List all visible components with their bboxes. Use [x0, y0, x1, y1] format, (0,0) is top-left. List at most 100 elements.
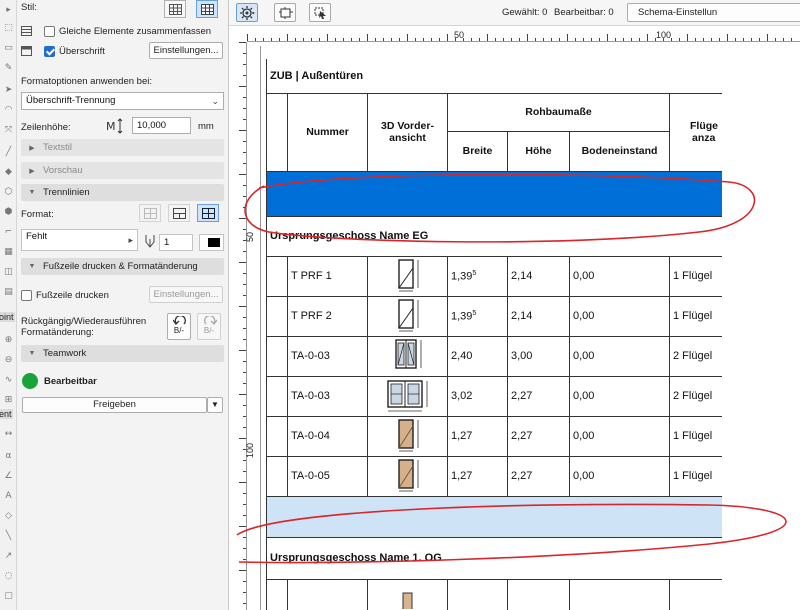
cell-3d-view[interactable] — [367, 578, 448, 610]
separator-none-button[interactable] — [139, 204, 161, 222]
footer-section[interactable]: ▼ Fußzeile drucken & Formatänderung — [21, 258, 224, 275]
footer-print-checkbox[interactable] — [21, 289, 32, 301]
fit-view-button[interactable] — [274, 3, 296, 22]
cell-width[interactable] — [447, 578, 508, 610]
spline-tool-icon[interactable]: ∿ — [2, 374, 15, 386]
cell-height[interactable]: 2,27 — [507, 455, 570, 497]
stair-tool-icon[interactable]: ⌐ — [2, 226, 15, 238]
group-heading-eg[interactable]: Ursprungsgeschoss Name EG — [266, 215, 722, 257]
cell-leaves[interactable]: 1 Flügel — [669, 415, 722, 457]
marquee-tool-icon[interactable]: ⬚ — [2, 22, 15, 34]
detail-tool-icon[interactable]: ◌ — [2, 570, 15, 582]
cell-width[interactable]: 1,27 — [447, 415, 508, 457]
separator-all-button[interactable] — [197, 204, 219, 222]
cell-3d-view[interactable] — [367, 375, 448, 417]
fill-tool-icon[interactable]: ◆ — [2, 166, 15, 178]
cell-height[interactable]: 2,27 — [507, 375, 570, 417]
header-height[interactable]: Höhe — [507, 130, 570, 172]
cell-floor-level[interactable]: 0,00 — [569, 455, 670, 497]
cell-number[interactable]: TA-0-04 — [287, 415, 368, 457]
pen-tool-icon[interactable]: ✎ — [2, 62, 15, 74]
cell-floor-level[interactable]: 0,00 — [569, 295, 670, 337]
footer-separator-cell[interactable] — [266, 495, 722, 538]
footer-settings-button[interactable]: Einstellungen... — [149, 286, 223, 303]
cell-leaves[interactable]: 2 Flügel — [669, 335, 722, 377]
header-floor-level[interactable]: Bodeneinstand — [569, 130, 670, 172]
separator-outer-button[interactable] — [168, 204, 190, 222]
style-grid-button[interactable] — [164, 0, 186, 18]
wall-tool-icon[interactable]: ▭ — [2, 42, 15, 54]
hotspot-tool-icon[interactable]: ⊕ — [2, 334, 15, 346]
cell-floor-level[interactable]: 0,00 — [569, 375, 670, 417]
slab-tool-icon[interactable]: ◫ — [2, 266, 15, 278]
cell-number[interactable]: T PRF 1 — [287, 255, 368, 297]
cell-3d-view[interactable] — [367, 295, 448, 337]
pen-color-swatch[interactable] — [199, 234, 224, 251]
text-tool-icon[interactable]: A — [2, 490, 15, 502]
cell-height[interactable]: 2,27 — [507, 415, 570, 457]
toolbox-group-label-point[interactable]: oint — [0, 312, 15, 322]
send-tool-icon[interactable]: ➤ — [2, 84, 15, 96]
schedule-title[interactable]: ZUB | Außentüren — [266, 59, 722, 94]
cell-leaves[interactable]: 1 Flügel — [669, 295, 722, 337]
cell-height[interactable]: 2,14 — [507, 255, 570, 297]
header-leaves[interactable]: Flüge anza — [669, 92, 722, 172]
section-tool-icon[interactable]: ↗ — [2, 550, 15, 562]
table-row[interactable]: TA-0-04 1,27 2,27 0,00 1 Flügel — [266, 415, 722, 457]
cell-3d-view[interactable] — [367, 455, 448, 497]
redo-format-button[interactable]: B/- — [197, 313, 221, 340]
style-full-grid-button[interactable] — [196, 0, 218, 18]
cell-number[interactable]: TA-0-03 — [287, 375, 368, 417]
level-tool-icon[interactable]: α — [2, 450, 15, 462]
table-row[interactable]: TA-0-03 3,02 2,27 0,00 2 Flügel — [266, 375, 722, 417]
worksheet-tool-icon[interactable]: ▢ — [2, 590, 15, 602]
grid-tool-icon[interactable]: ⊞ — [2, 394, 15, 406]
door-schedule-table[interactable]: ZUB | Außentüren Nummer 3D Vorder-ansich… — [266, 59, 722, 610]
toolbox-group-label-element[interactable]: ent — [0, 409, 13, 419]
cell-leaves[interactable]: 1 Flügel — [669, 255, 722, 297]
cell-floor-level[interactable]: 0,00 — [569, 415, 670, 457]
mesh-tool-icon[interactable]: ▤ — [2, 286, 15, 298]
arrow-tool-icon[interactable]: ▸ — [2, 4, 15, 16]
cell-width[interactable]: 2,40 — [447, 335, 508, 377]
cell-height[interactable] — [507, 578, 570, 610]
text-style-section[interactable]: ▶ Textstil — [21, 139, 224, 156]
table-row[interactable]: TA-0-05 1,27 2,27 0,00 1 Flügel — [266, 455, 722, 497]
cell-leaves[interactable]: 1 Flügel — [669, 455, 722, 497]
table-row[interactable]: T PRF 2 1,395 2,14 0,00 1 Flügel — [266, 295, 722, 337]
release-button[interactable]: Freigeben — [22, 397, 207, 413]
cell-floor[interactable] — [569, 578, 670, 610]
group-heading-og[interactable]: Ursprungsgeschoss Name 1. OG — [266, 536, 722, 580]
undo-format-button[interactable]: B/- — [167, 313, 191, 340]
teamwork-section[interactable]: ▼ Teamwork — [21, 345, 224, 362]
cell-3d-view[interactable] — [367, 415, 448, 457]
heading-checkbox[interactable] — [44, 45, 55, 57]
heading-settings-button[interactable]: Einstellungen... — [149, 42, 223, 59]
cell-leaves[interactable]: 2 Flügel — [669, 375, 722, 417]
cell-floor-level[interactable]: 0,00 — [569, 255, 670, 297]
arc-tool-icon[interactable]: ◠ — [2, 104, 15, 116]
drawing-tool-icon[interactable]: ╲ — [2, 530, 15, 542]
header-number[interactable]: Nummer — [287, 92, 368, 172]
cell-floor-level[interactable]: 0,00 — [569, 335, 670, 377]
merge-elements-checkbox[interactable] — [44, 25, 55, 37]
label-tool-icon[interactable]: ◇ — [2, 510, 15, 522]
preview-section[interactable]: ▶ Vorschau — [21, 162, 224, 179]
line-tool-icon[interactable]: ╱ — [2, 146, 15, 158]
angle-tool-icon[interactable]: ∠ — [2, 470, 15, 482]
cell-width[interactable]: 3,02 — [447, 375, 508, 417]
cell-width[interactable]: 1,395 — [447, 295, 508, 337]
release-dropdown-button[interactable]: ▼ — [207, 397, 223, 413]
cell-number[interactable] — [287, 578, 368, 610]
cell-number[interactable]: T PRF 2 — [287, 295, 368, 337]
schedule-settings-gear-button[interactable] — [236, 3, 258, 22]
cell-width[interactable]: 1,27 — [447, 455, 508, 497]
circle-tool-icon[interactable]: ⊖ — [2, 354, 15, 366]
cell-leaves[interactable] — [669, 578, 722, 610]
schema-settings-button[interactable]: Schema-Einstellun — [627, 3, 800, 22]
cell-height[interactable]: 3,00 — [507, 335, 570, 377]
header-rough-dimensions[interactable]: Rohbaumaße — [447, 92, 670, 132]
cell-number[interactable]: TA-0-05 — [287, 455, 368, 497]
mirror-tool-icon[interactable]: ⤧ — [2, 124, 15, 136]
line-type-select[interactable]: Fehlt ▸ — [21, 229, 138, 251]
